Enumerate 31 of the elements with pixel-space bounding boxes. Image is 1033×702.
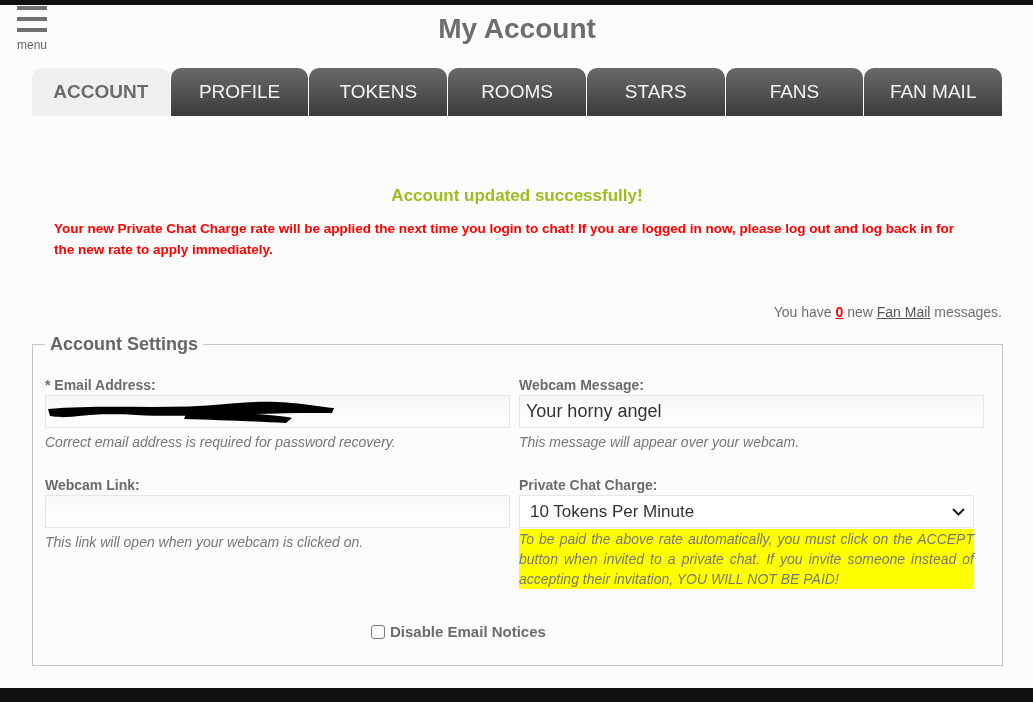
field-label: Private Chat Charge: <box>519 477 659 493</box>
input-field[interactable] <box>45 395 510 428</box>
dropdown[interactable]: 10 Tokens Per Minute <box>519 495 974 528</box>
field-hint: To be paid the above rate automatically, you must click on the ACCEPT button when invited to a private chat. If you invite someone instead of accepting their invitation, YOU WILL NOT BE PAID! <box>519 529 974 589</box>
input-field[interactable] <box>45 495 510 528</box>
fan-mail-count-link[interactable]: 0 <box>835 304 844 320</box>
field-label: Webcam Message: <box>519 377 645 393</box>
tab[interactable]: TOKENS <box>309 68 448 116</box>
page-title: My Account <box>437 12 597 45</box>
field-hint: This message will appear over your webcam. <box>519 433 801 452</box>
field-hint: This link will open when your webcam is clicked on. <box>45 533 365 552</box>
checkbox[interactable] <box>371 624 385 639</box>
tab[interactable]: PROFILE <box>170 68 309 116</box>
menu-icon <box>17 6 47 32</box>
fan-mail-notice: You have 0 new Fan Mail messages. <box>772 304 1002 320</box>
warning-message: Your new Private Chat Charge rate will be applied the next time you login to chat! If you are logged in now, please log out and log back in for the new rate to apply immediately. <box>54 220 956 259</box>
field-label: * Email Address: <box>45 377 157 393</box>
field-label: Webcam Link: <box>45 477 141 493</box>
tab[interactable]: FANS <box>725 68 864 116</box>
tab[interactable]: ACCOUNT <box>32 68 170 116</box>
settings-legend: Account Settings <box>45 334 203 355</box>
tab[interactable]: ROOMS <box>448 68 586 116</box>
input-field[interactable]: Your horny angel <box>519 395 984 428</box>
tab[interactable]: STARS <box>586 68 725 116</box>
checkbox-label: Disable Email Notices <box>390 623 546 640</box>
success-message: Account updated successfully! <box>390 186 644 206</box>
fan-mail-link[interactable]: Fan Mail <box>876 304 931 320</box>
field-hint: Correct email address is required for password recovery. <box>45 433 397 452</box>
tab[interactable]: FAN MAIL <box>864 68 1003 116</box>
menu-button[interactable]: menu <box>17 5 48 52</box>
caret-icon <box>952 507 965 516</box>
